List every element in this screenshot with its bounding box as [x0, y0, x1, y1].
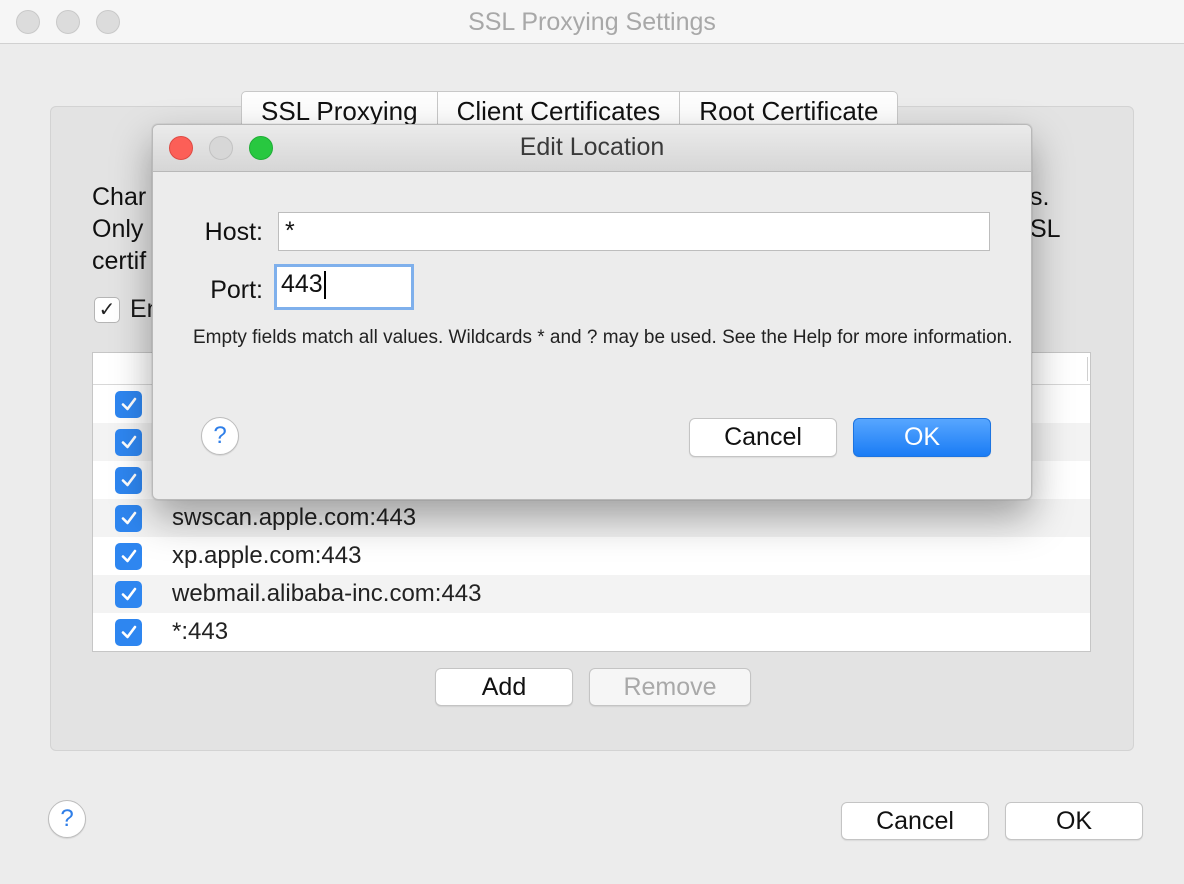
checkmark-icon	[121, 511, 136, 525]
window-title: SSL Proxying Settings	[468, 8, 716, 36]
location-checkbox[interactable]	[115, 580, 142, 608]
location-checkbox[interactable]	[115, 504, 142, 532]
location-checkbox[interactable]	[115, 618, 142, 646]
location-text: swscan.apple.com:443	[172, 504, 417, 531]
tab-root-certificate[interactable]: Root Certificate	[680, 92, 897, 128]
checkmark-icon	[121, 473, 136, 487]
enable-ssl-proxying-row[interactable]: ✓ En	[94, 295, 161, 324]
window-titlebar: SSL Proxying Settings	[0, 0, 1184, 44]
checkmark-icon: ✓	[98, 299, 116, 321]
description-text: Char Only certif	[92, 183, 147, 275]
location-text: xp.apple.com:443	[172, 542, 362, 569]
cancel-button[interactable]: Cancel	[841, 802, 989, 840]
tab-ssl-proxying[interactable]: SSL Proxying	[242, 92, 438, 128]
location-checkbox[interactable]	[115, 428, 142, 456]
location-checkbox[interactable]	[115, 466, 142, 494]
remove-button[interactable]: Remove	[589, 668, 751, 706]
add-button[interactable]: Add	[435, 668, 573, 706]
table-row[interactable]: xp.apple.com:443	[93, 537, 1090, 575]
table-row[interactable]: *:443	[93, 613, 1090, 651]
location-text: *:443	[172, 618, 229, 645]
dialog-ok-button[interactable]: OK	[853, 418, 991, 457]
question-icon: ?	[60, 805, 74, 832]
ok-button[interactable]: OK	[1005, 802, 1143, 840]
tab-client-certificates[interactable]: Client Certificates	[438, 92, 681, 128]
port-label: Port:	[210, 276, 263, 304]
description-text-right: s. SL	[1030, 183, 1061, 243]
location-checkbox[interactable]	[115, 390, 142, 418]
table-row[interactable]: webmail.alibaba-inc.com:443	[93, 575, 1090, 613]
dialog-hint: Empty fields match all values. Wildcards…	[193, 327, 1013, 348]
host-label: Host:	[204, 218, 263, 246]
checkmark-icon	[121, 549, 136, 563]
question-icon: ?	[213, 422, 227, 449]
location-text: webmail.alibaba-inc.com:443	[172, 580, 482, 607]
checkmark-icon	[121, 625, 136, 639]
edit-location-dialog: Edit Location Host: * Port: 443 Empty fi…	[152, 124, 1032, 500]
dialog-title: Edit Location	[519, 133, 665, 161]
host-field[interactable]: *	[278, 212, 990, 251]
text-caret	[323, 271, 326, 300]
dialog-cancel-button[interactable]: Cancel	[689, 418, 837, 457]
column-divider[interactable]	[1087, 357, 1088, 381]
help-button[interactable]: ?	[48, 800, 86, 838]
checkmark-icon	[121, 435, 136, 449]
dialog-titlebar: Edit Location	[153, 125, 1031, 172]
checkmark-icon	[121, 587, 136, 601]
table-row[interactable]: swscan.apple.com:443	[93, 499, 1090, 537]
checkmark-icon	[121, 397, 136, 411]
enable-ssl-proxying-checkbox[interactable]: ✓	[94, 296, 120, 323]
dialog-help-button[interactable]: ?	[201, 417, 239, 455]
location-checkbox[interactable]	[115, 542, 142, 570]
port-field[interactable]: 443	[274, 264, 414, 310]
